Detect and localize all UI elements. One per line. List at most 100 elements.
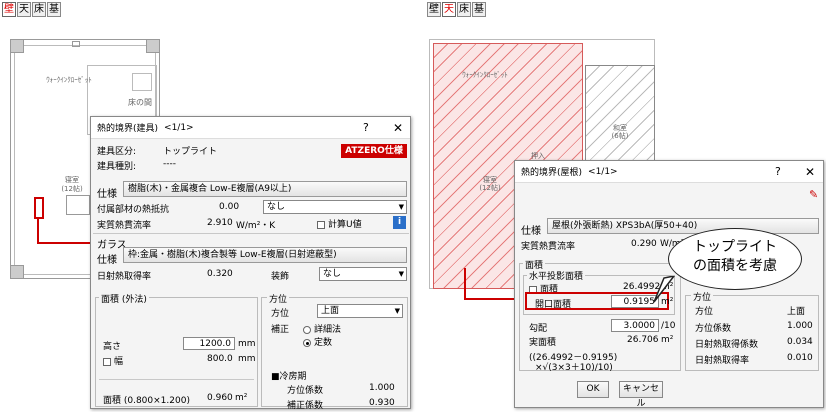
- callout-line-r: [464, 268, 466, 300]
- calc-u-checkbox[interactable]: 計算U値: [317, 217, 362, 230]
- callout-line-h: [37, 242, 93, 244]
- callout-tail: [653, 276, 675, 303]
- mode-foundation-button[interactable]: 基: [47, 2, 61, 17]
- callout-line: [37, 219, 39, 244]
- shgc-value: 0.320: [207, 269, 233, 279]
- width-unit: mm: [238, 354, 256, 364]
- info-icon[interactable]: i: [393, 216, 406, 229]
- kind-value: トップライト: [163, 147, 218, 157]
- attach-label: 付属部材の熱抵抗: [97, 205, 170, 215]
- width-checkbox[interactable]: 幅: [103, 354, 123, 367]
- dir-label-r: 方位: [695, 307, 714, 317]
- dialog-titlebar-r: 熱的境界(屋根) <1/1> ? ✕: [515, 161, 823, 183]
- spec-button[interactable]: 樹脂(木)・金属複合 Low-E複層(A9以上): [123, 181, 407, 197]
- area-group: [95, 297, 258, 407]
- corr-const-radio[interactable]: 定数: [303, 335, 332, 348]
- closet-label: ｳｫｰｸｲﾝｸﾛｰｾﾞｯﾄ: [46, 76, 92, 84]
- height-label: 高さ: [103, 342, 122, 352]
- u-unit: W/m²・K: [236, 221, 276, 231]
- opening-label: 開口面積: [535, 300, 572, 310]
- ach-label: 日射熱取得係数: [695, 340, 759, 350]
- japanese-room-size: (6帖): [611, 132, 629, 140]
- area-unit: m²: [235, 393, 248, 403]
- mode-floor-button[interactable]: 床: [32, 2, 46, 17]
- actual-unit: m²: [661, 335, 674, 345]
- corr-detail-radio[interactable]: 詳細法: [303, 322, 341, 335]
- height-field[interactable]: 1200.0: [183, 337, 235, 350]
- mode-ceiling-button-r[interactable]: 天: [442, 2, 456, 17]
- mode-foundation-button-r[interactable]: 基: [472, 2, 486, 17]
- spec-label-r: 仕様: [521, 226, 541, 237]
- glass-spec-button[interactable]: 枠:金属・樹脂(木)複合製等 Low-E複層(日射遮蔽型): [123, 247, 407, 263]
- callout-bubble: トップライト の面積を考慮: [668, 228, 802, 290]
- attach-value: 0.00: [219, 202, 240, 212]
- cooling-label: ■冷房期: [271, 372, 307, 382]
- cancel-button[interactable]: キャンセル: [619, 381, 663, 409]
- spec-label: 仕様: [97, 189, 117, 200]
- bedroom-size-r: (12帖): [479, 184, 501, 192]
- mode-wall-button-r[interactable]: 壁: [427, 2, 441, 17]
- u-value-r: 0.290: [631, 239, 657, 249]
- kind-label: 建具区分:: [97, 147, 137, 157]
- closet-label-r: ｳｫｰｸｲﾝｸﾛｰｾﾞｯﾄ: [462, 71, 508, 79]
- height-unit: mm: [238, 339, 256, 349]
- close-icon[interactable]: ✕: [393, 121, 403, 135]
- dir-coef-label-r: 方位係数: [695, 324, 732, 334]
- slope-field[interactable]: 3.0000: [611, 319, 659, 332]
- type-value: ----: [163, 159, 176, 169]
- skylight-highlight: [34, 197, 44, 219]
- dir-coef-value-r: 1.000: [787, 321, 813, 331]
- shgc-value-r: 0.010: [787, 353, 813, 363]
- corr-coef-label: 補正係数: [287, 401, 324, 411]
- dir-label: 方位: [271, 309, 290, 319]
- help-icon[interactable]: ?: [363, 121, 369, 134]
- right-mode-buttons: 壁 天 床 基: [427, 2, 486, 17]
- u-value: 2.910: [207, 218, 233, 228]
- deco-label: 装飾: [271, 272, 290, 282]
- tokonoma-label: 床の間: [128, 98, 152, 107]
- slope-unit: /10: [661, 321, 676, 331]
- attach-select[interactable]: なし: [263, 200, 407, 214]
- area-value: 0.960: [207, 393, 233, 403]
- area-label: 面積 (0.800×1.200): [103, 396, 190, 406]
- help-icon-r[interactable]: ?: [775, 165, 781, 178]
- ok-button[interactable]: OK: [577, 381, 609, 398]
- area-group-title: 面積 (外法): [99, 292, 149, 305]
- actual-label: 実面積: [529, 338, 557, 348]
- hproj-group-title: 水平投影面積: [527, 269, 586, 282]
- pen-icon[interactable]: ✎: [809, 188, 818, 201]
- formula-line2: ×√(3×3＋10)/10): [535, 363, 613, 373]
- atzero-badge: ATZERO仕様: [341, 144, 407, 158]
- mode-floor-button-r[interactable]: 床: [457, 2, 471, 17]
- dialog-title-r: 熱的境界(屋根): [521, 168, 583, 178]
- close-icon-r[interactable]: ✕: [805, 165, 815, 179]
- shgc-label: 日射熱取得率: [97, 272, 152, 282]
- corr-label: 補正: [271, 325, 290, 335]
- dialog-page: <1/1>: [164, 122, 194, 133]
- u-label: 実質熱貫流率: [97, 221, 152, 231]
- dir-value-r: 上面: [787, 307, 806, 317]
- dir-coef-label: 方位係数: [287, 386, 324, 396]
- opening-thermal-dialog: 熱的境界(建具) <1/1> ? ✕ ATZERO仕様 建具区分: トップライト…: [90, 116, 411, 411]
- slope-label: 勾配: [529, 324, 548, 334]
- direction-group-title-r: 方位: [691, 290, 714, 303]
- ach-value: 0.034: [787, 337, 813, 347]
- deco-select[interactable]: なし: [319, 267, 407, 281]
- left-mode-buttons: 壁 天 床 基: [2, 2, 61, 17]
- u-label-r: 実質熱貫流率: [521, 242, 576, 252]
- dir-select[interactable]: 上面: [317, 304, 403, 318]
- mode-ceiling-button[interactable]: 天: [17, 2, 31, 17]
- glass-spec-label: 仕様: [97, 255, 117, 266]
- type-label: 建具種別:: [97, 162, 137, 172]
- shgc-label-r: 日射熱取得率: [695, 356, 750, 366]
- actual-value: 26.706: [627, 335, 659, 345]
- width-value: 800.0: [207, 354, 233, 364]
- mode-wall-button[interactable]: 壁: [2, 2, 16, 17]
- spec-button-r[interactable]: 屋根(外張断熱) XPS3bA(厚50+40): [547, 218, 819, 234]
- dialog-titlebar: 熱的境界(建具) <1/1> ? ✕: [91, 117, 410, 139]
- corr-coef-value: 0.930: [369, 398, 395, 408]
- dialog-page-r: <1/1>: [588, 166, 618, 177]
- dialog-title: 熱的境界(建具): [97, 124, 159, 134]
- direction-group-title: 方位: [267, 292, 290, 305]
- dir-coef-value: 1.000: [369, 383, 395, 393]
